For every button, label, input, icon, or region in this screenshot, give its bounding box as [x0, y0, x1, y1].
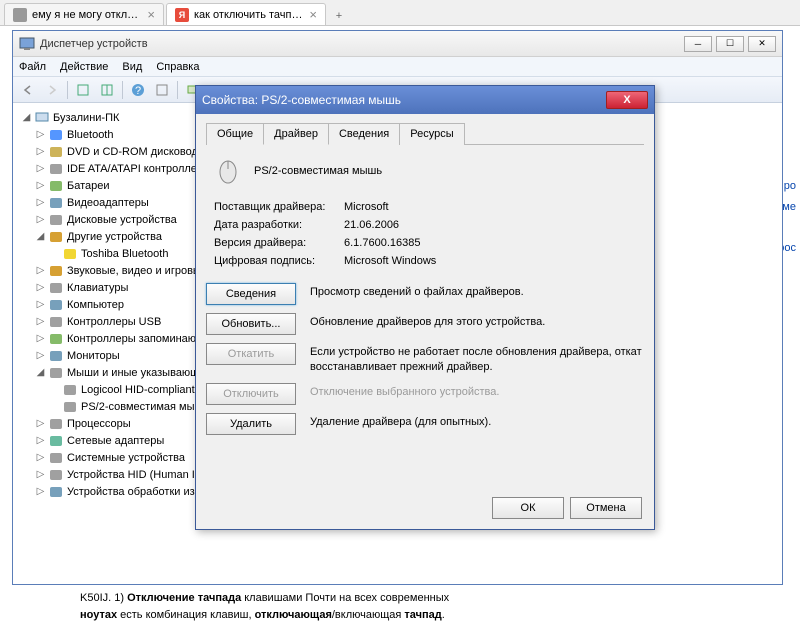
titlebar[interactable]: Диспетчер устройств ─ ☐ ✕ — [13, 31, 782, 57]
device-icon — [48, 179, 64, 193]
version-value: 6.1.7600.16385 — [344, 237, 420, 249]
device-icon — [62, 400, 78, 414]
device-icon — [48, 349, 64, 363]
device-icon — [48, 264, 64, 278]
signer-value: Microsoft Windows — [344, 255, 436, 267]
tab-driver[interactable]: Драйвер — [263, 123, 329, 145]
close-icon[interactable]: × — [309, 7, 317, 22]
mouse-icon — [212, 155, 244, 187]
device-icon — [62, 383, 78, 397]
action-desc: Отключение выбранного устройства. — [310, 383, 644, 400]
provider-value: Microsoft — [344, 201, 389, 213]
forward-button[interactable] — [41, 80, 63, 100]
tab-strip: Общие Драйвер Сведения Ресурсы — [206, 122, 644, 145]
tab-title: как отключить тачпад на н... — [194, 9, 303, 21]
device-name: PS/2-совместимая мышь — [254, 165, 382, 177]
device-icon — [48, 230, 64, 244]
menu-view[interactable]: Вид — [122, 61, 142, 73]
device-icon — [48, 468, 64, 482]
device-icon — [48, 213, 64, 227]
cancel-button[interactable]: Отмена — [570, 497, 642, 519]
svg-text:?: ? — [135, 85, 141, 97]
device-icon — [48, 128, 64, 142]
action-desc: Если устройство не работает после обновл… — [310, 343, 644, 375]
device-icon — [48, 145, 64, 159]
update-driver-button[interactable]: Обновить... — [206, 313, 296, 335]
dialog-title: Свойства: PS/2-совместимая мышь — [202, 93, 606, 107]
menubar: Файл Действие Вид Справка — [13, 57, 782, 77]
version-label: Версия драйвера: — [214, 237, 344, 249]
action-desc: Обновление драйверов для этого устройств… — [310, 313, 644, 330]
device-icon — [48, 315, 64, 329]
dialog-titlebar[interactable]: Свойства: PS/2-совместимая мышь X — [196, 86, 654, 114]
ok-button[interactable]: ОК — [492, 497, 564, 519]
tab-general[interactable]: Общие — [206, 123, 264, 145]
uninstall-driver-button[interactable]: Удалить — [206, 413, 296, 435]
computer-icon — [34, 111, 50, 125]
provider-label: Поставщик драйвера: — [214, 201, 344, 213]
close-button[interactable]: X — [606, 91, 648, 109]
close-icon[interactable]: × — [147, 7, 155, 22]
device-icon — [48, 485, 64, 499]
signer-label: Цифровая подпись: — [214, 255, 344, 267]
maximize-button[interactable]: ☐ — [716, 36, 744, 52]
device-icon — [48, 366, 64, 380]
back-button[interactable] — [17, 80, 39, 100]
device-icon — [48, 434, 64, 448]
menu-action[interactable]: Действие — [60, 61, 108, 73]
new-tab-button[interactable]: + — [328, 7, 350, 25]
driver-details-button[interactable]: Сведения — [206, 283, 296, 305]
device-icon — [48, 281, 64, 295]
help-button[interactable]: ? — [127, 80, 149, 100]
toolbar-button[interactable] — [96, 80, 118, 100]
toolbar-button[interactable] — [151, 80, 173, 100]
tab-resources[interactable]: Ресурсы — [399, 123, 464, 145]
disable-device-button: Отключить — [206, 383, 296, 405]
device-icon — [48, 196, 64, 210]
app-icon — [19, 36, 35, 52]
browser-tab[interactable]: Я как отключить тачпад на н... × — [166, 3, 326, 25]
tab-favicon-icon: Я — [175, 8, 189, 22]
minimize-button[interactable]: ─ — [684, 36, 712, 52]
browser-tab[interactable]: ему я не могу отключит... × — [4, 3, 164, 25]
date-value: 21.06.2006 — [344, 219, 399, 231]
device-icon — [48, 451, 64, 465]
device-icon — [48, 417, 64, 431]
page-body-text: K50IJ. 1) Отключение тачпада клавишами П… — [80, 589, 790, 624]
device-icon — [48, 332, 64, 346]
rollback-driver-button: Откатить — [206, 343, 296, 365]
tab-favicon-icon — [13, 8, 27, 22]
device-icon — [62, 247, 78, 261]
close-button[interactable]: ✕ — [748, 36, 776, 52]
window-title: Диспетчер устройств — [40, 38, 684, 50]
properties-dialog: Свойства: PS/2-совместимая мышь X Общие … — [195, 85, 655, 530]
menu-file[interactable]: Файл — [19, 61, 46, 73]
tab-title: ему я не могу отключит... — [32, 9, 141, 21]
browser-tab-strip: ему я не могу отключит... × Я как отключ… — [0, 0, 800, 26]
tab-details[interactable]: Сведения — [328, 123, 400, 145]
action-desc: Просмотр сведений о файлах драйверов. — [310, 283, 644, 300]
date-label: Дата разработки: — [214, 219, 344, 231]
menu-help[interactable]: Справка — [156, 61, 199, 73]
device-icon — [48, 162, 64, 176]
toolbar-button[interactable] — [72, 80, 94, 100]
device-icon — [48, 298, 64, 312]
action-desc: Удаление драйвера (для опытных). — [310, 413, 644, 430]
